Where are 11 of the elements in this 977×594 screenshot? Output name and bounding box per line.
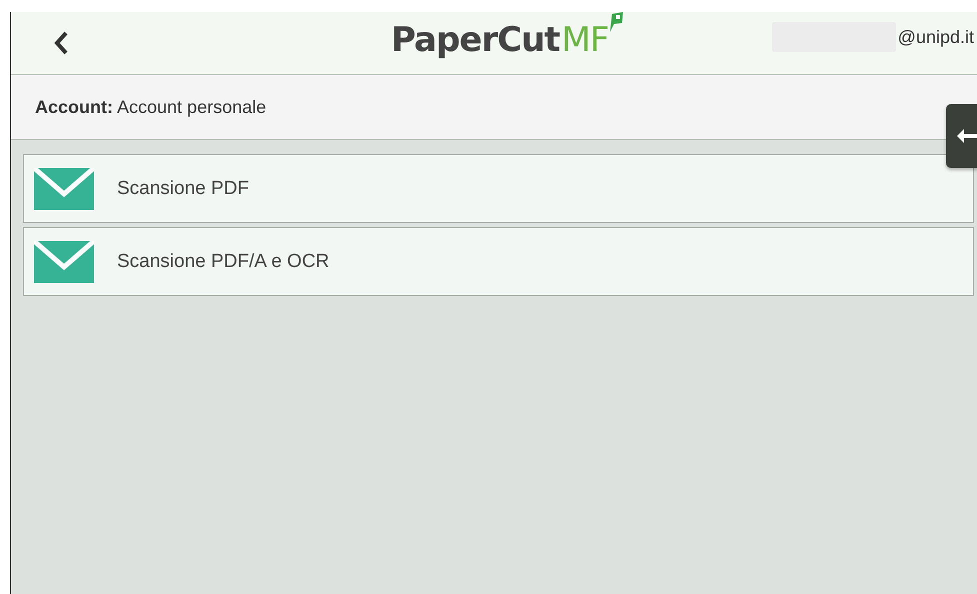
- chevron-left-icon: [53, 31, 69, 55]
- scan-action-item[interactable]: Scansione PDF: [23, 154, 974, 223]
- envelope-icon: [34, 240, 94, 282]
- scan-action-item[interactable]: Scansione PDF/A e OCR: [23, 227, 974, 296]
- account-label: Account: Account personale: [35, 96, 266, 118]
- arrow-left-icon: [956, 128, 977, 144]
- user-domain: @unipd.it: [898, 26, 974, 48]
- logo-suffix: MF: [562, 20, 608, 60]
- logo-text: PaperCut: [391, 20, 560, 60]
- side-panel-tab[interactable]: [946, 104, 977, 168]
- envelope-icon: [34, 168, 94, 210]
